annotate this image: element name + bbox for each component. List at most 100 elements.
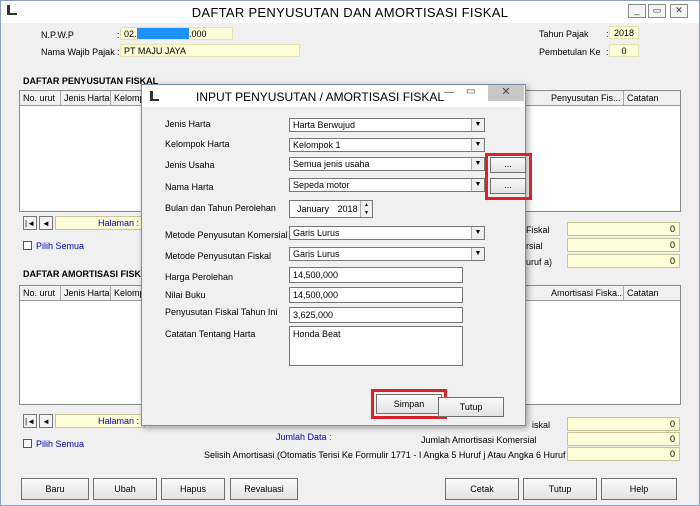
metode-fiskal-select[interactable]: Garis Lurus ▼: [289, 247, 485, 261]
penyusutan-sum-label-2: rsial: [526, 241, 543, 251]
pilih-semua-checkbox[interactable]: [23, 439, 32, 448]
col-catatan[interactable]: Catatan: [624, 286, 680, 300]
col-jenis-harta[interactable]: Jenis Harta: [61, 91, 111, 105]
simpan-button[interactable]: Simpan: [376, 394, 442, 414]
help-button[interactable]: Help: [601, 478, 677, 500]
halaman-label: Halaman :: [98, 218, 140, 228]
jumlah-data-label: Jumlah Data :: [276, 432, 332, 442]
penyusutan-sum-label-1: Fiskal: [526, 225, 550, 235]
penyusutan-sum-2: 0: [567, 238, 680, 252]
spinner-down-icon[interactable]: ▼: [360, 209, 372, 217]
tutup-button[interactable]: Tutup: [523, 478, 597, 500]
dialog-icon: [150, 91, 160, 101]
penyusutan-title: DAFTAR PENYUSUTAN FISKAL: [23, 76, 159, 86]
hapus-button[interactable]: Hapus: [161, 478, 225, 500]
col-no-urut[interactable]: No. urut: [20, 286, 61, 300]
tahun-field: 2018: [609, 26, 639, 39]
col-amortisasi-fiskal[interactable]: Amortisasi Fiska...: [548, 286, 624, 300]
col-penyusutan-fiskal[interactable]: Penyusutan Fis...: [548, 91, 624, 105]
tutup-dialog-button[interactable]: Tutup: [438, 397, 504, 417]
dialog-maximize-icon[interactable]: ▭: [466, 86, 475, 97]
title-bar: DAFTAR PENYUSUTAN DAN AMORTISASI FISKAL …: [1, 1, 699, 23]
ubah-button[interactable]: Ubah: [93, 478, 157, 500]
metode-komersial-label: Metode Penyusutan Komersial: [165, 230, 288, 240]
nama-harta-lookup-button[interactable]: ...: [490, 178, 526, 194]
kelompok-label: Kelompok Harta: [165, 139, 230, 149]
prev-page-button[interactable]: ◄: [39, 414, 53, 428]
jenis-harta-select[interactable]: Harta Berwujud ▼: [289, 118, 485, 132]
chevron-down-icon[interactable]: ▼: [471, 179, 484, 191]
jenis-usaha-value: Semua jenis usaha: [293, 159, 370, 169]
bulan-tahun-spinner[interactable]: January 2018 ▲ ▼: [289, 200, 373, 218]
pembetulan-field: 0: [609, 44, 639, 57]
jenis-harta-label: Jenis Harta: [165, 119, 211, 129]
nama-harta-label: Nama Harta: [165, 182, 214, 192]
chevron-down-icon[interactable]: ▼: [471, 248, 484, 260]
amortisasi-sum-label-1: iskal: [532, 420, 551, 430]
col-jenis-harta[interactable]: Jenis Harta: [61, 286, 111, 300]
col-catatan[interactable]: Catatan: [624, 91, 680, 105]
penyusutan-sum-label-3: uruf a): [526, 257, 553, 267]
penyusutan-tahun-ini-label: Penyusutan Fiskal Tahun Ini: [165, 307, 278, 317]
npwp-field: 02. .000: [120, 27, 233, 40]
catatan-textarea[interactable]: Honda Beat: [289, 326, 463, 366]
amortisasi-sum-3: 0: [567, 447, 680, 461]
pilih-semua-label: Pilih Semua: [36, 241, 85, 251]
nilai-buku-input[interactable]: 14,500,000: [289, 287, 463, 303]
npwp-prefix: 02.: [124, 29, 137, 39]
first-page-button[interactable]: |◄: [23, 216, 37, 230]
dialog-minimize-icon[interactable]: —: [444, 87, 454, 98]
nama-harta-select[interactable]: Sepeda motor ▼: [289, 178, 485, 192]
nama-field: PT MAJU JAYA: [120, 44, 300, 57]
nama-label: Nama Wajib Pajak: [41, 47, 115, 57]
npwp-mask: [137, 28, 189, 39]
close-button[interactable]: ✕: [670, 4, 688, 18]
minimize-button[interactable]: _: [628, 4, 646, 18]
metode-fiskal-value: Garis Lurus: [293, 249, 340, 259]
pilih-semua-label: Pilih Semua: [36, 439, 85, 449]
chevron-down-icon[interactable]: ▼: [471, 158, 484, 170]
window-title: DAFTAR PENYUSUTAN DAN AMORTISASI FISKAL: [191, 5, 509, 20]
revaluasi-button[interactable]: Revaluasi: [230, 478, 298, 500]
tahun-label: Tahun Pajak: [539, 29, 589, 39]
prev-page-button[interactable]: ◄: [39, 216, 53, 230]
maximize-button[interactable]: ▭: [648, 4, 666, 18]
page-indicator: Halaman :: [55, 216, 145, 230]
pembetulan-label: Pembetulan Ke: [539, 47, 601, 57]
page-indicator: Halaman :: [55, 414, 145, 428]
dialog-close-button[interactable]: ✕: [488, 85, 524, 101]
harga-perolehan-label: Harga Perolehan: [165, 272, 234, 282]
penyusutan-sum-3: 0: [567, 254, 680, 268]
amortisasi-sum-2: 0: [567, 432, 680, 446]
kelompok-select[interactable]: Kelompok 1 ▼: [289, 138, 485, 152]
tahun-value: 2018: [337, 204, 358, 214]
nilai-buku-label: Nilai Buku: [165, 290, 206, 300]
catatan-label: Catatan Tentang Harta: [165, 329, 256, 339]
input-dialog: INPUT PENYUSUTAN / AMORTISASI FISKAL — ▭…: [141, 84, 532, 426]
baru-button[interactable]: Baru: [21, 478, 89, 500]
kelompok-value: Kelompok 1: [293, 140, 341, 150]
chevron-down-icon[interactable]: ▼: [471, 119, 484, 131]
bulan-value: January: [297, 204, 330, 214]
penyusutan-tahun-ini-input[interactable]: 3,625,000: [289, 307, 463, 323]
npwp-suffix: .000: [189, 29, 207, 39]
bulan-tahun-label: Bulan dan Tahun Perolehan: [165, 203, 276, 213]
halaman-label: Halaman :: [98, 416, 140, 426]
metode-komersial-value: Garis Lurus: [293, 228, 340, 238]
amortisasi-title: DAFTAR AMORTISASI FISKA: [23, 269, 148, 279]
jenis-usaha-label: Jenis Usaha: [165, 160, 215, 170]
npwp-label: N.P.W.P: [41, 30, 74, 40]
jenis-usaha-select[interactable]: Semua jenis usaha ▼: [289, 157, 485, 171]
pilih-semua-checkbox[interactable]: [23, 241, 32, 250]
col-no-urut[interactable]: No. urut: [20, 91, 61, 105]
harga-perolehan-input[interactable]: 14,500,000: [289, 267, 463, 283]
first-page-button[interactable]: |◄: [23, 414, 37, 428]
chevron-down-icon[interactable]: ▼: [471, 139, 484, 151]
metode-komersial-select[interactable]: Garis Lurus ▼: [289, 226, 485, 240]
jenis-harta-value: Harta Berwujud: [293, 120, 356, 130]
metode-fiskal-label: Metode Penyusutan Fiskal: [165, 251, 272, 261]
nama-harta-value: Sepeda motor: [293, 180, 350, 190]
chevron-down-icon[interactable]: ▼: [471, 227, 484, 239]
cetak-button[interactable]: Cetak: [445, 478, 519, 500]
jenis-usaha-lookup-button[interactable]: ...: [490, 157, 526, 173]
